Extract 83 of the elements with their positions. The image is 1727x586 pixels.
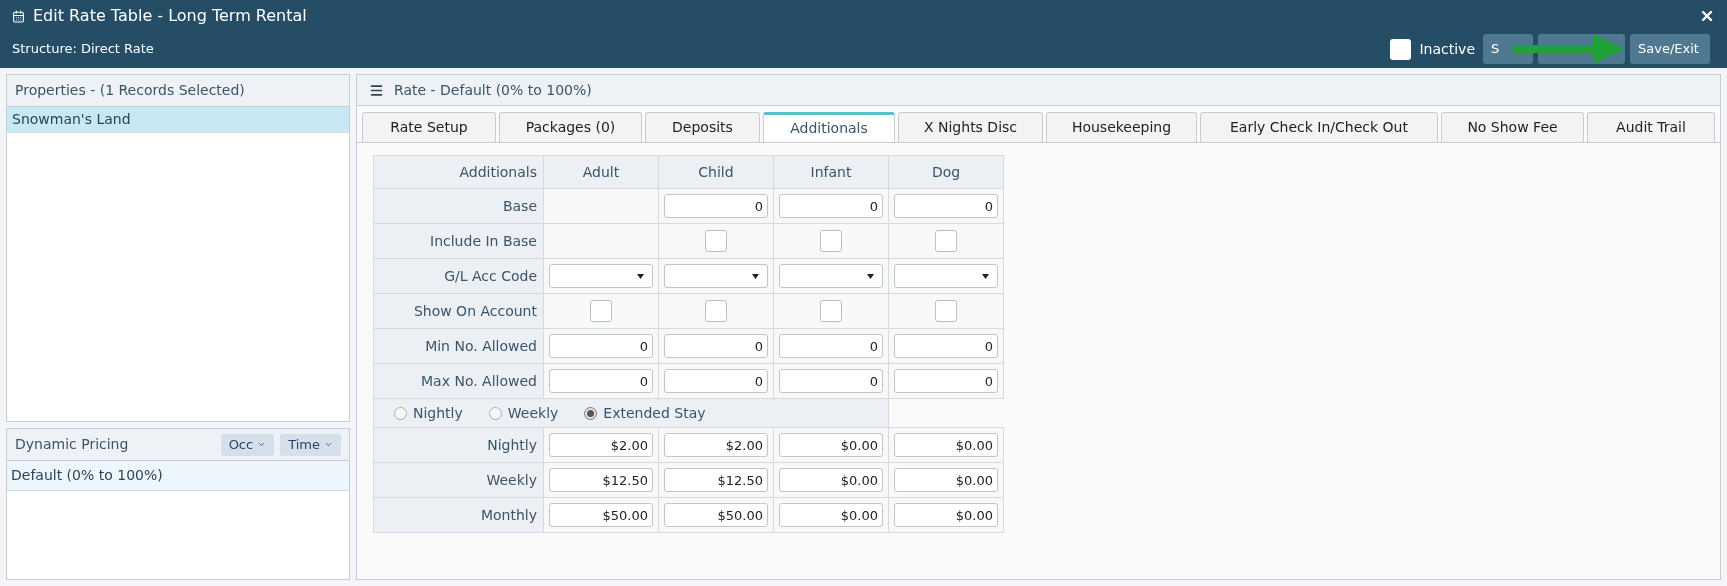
number-field[interactable]: $0.00	[894, 433, 998, 457]
radio-label: Weekly	[507, 403, 559, 423]
number-field[interactable]: 0	[664, 194, 768, 218]
row-label: Include In Base	[430, 233, 537, 249]
number-field[interactable]: $0.00	[894, 468, 998, 492]
dropdown-arrow-icon	[867, 273, 874, 279]
row-label: Min No. Allowed	[425, 338, 537, 354]
tab[interactable]: Early Check In/Check Out	[1200, 112, 1438, 142]
row-header: Additionals	[459, 164, 537, 180]
checkbox[interactable]	[935, 230, 957, 252]
row-label: Base	[502, 198, 537, 214]
panel-title: Dynamic Pricing	[15, 435, 130, 454]
property-item[interactable]: Snowman's Land	[7, 107, 349, 133]
number-field[interactable]: $50.00	[664, 503, 768, 527]
inactive-label: Inactive	[1419, 39, 1475, 59]
number-field[interactable]: $2.00	[664, 433, 768, 457]
filter-button[interactable]: Time	[280, 433, 341, 456]
radio-button[interactable]	[394, 406, 407, 420]
checkbox[interactable]	[820, 230, 842, 252]
row-label: Nightly	[487, 437, 537, 453]
checkbox[interactable]	[705, 300, 727, 322]
checkbox[interactable]	[935, 300, 957, 322]
row-label: Show On Account	[413, 303, 537, 319]
number-field[interactable]: 0	[779, 334, 883, 358]
tab[interactable]: Audit Trail	[1587, 112, 1715, 142]
radio-label: Extended Stay	[603, 403, 706, 423]
column-header: Child	[698, 164, 734, 180]
window-title: Edit Rate Table - Long Term Rental	[33, 5, 307, 27]
number-field[interactable]: 0	[779, 194, 883, 218]
tab[interactable]: X Nights Disc	[898, 112, 1043, 142]
dropdown[interactable]	[894, 264, 998, 288]
dropdown[interactable]	[779, 264, 883, 288]
number-field[interactable]: 0	[894, 334, 998, 358]
number-field[interactable]: $12.50	[664, 468, 768, 492]
radio-label: Nightly	[413, 403, 463, 423]
number-field[interactable]: $12.50	[549, 468, 653, 492]
tab[interactable]: Additionals	[763, 112, 895, 142]
panel-title: Rate - Default (0% to 100%)	[394, 80, 592, 100]
tab[interactable]: Packages (0)	[499, 112, 642, 142]
number-field[interactable]: 0	[664, 334, 768, 358]
number-field[interactable]: $0.00	[779, 433, 883, 457]
calendar-icon	[12, 9, 25, 23]
number-field[interactable]: 0	[664, 369, 768, 393]
row-label: G/L Acc Code	[444, 268, 537, 284]
chevron-icon	[324, 440, 333, 449]
number-field[interactable]: 0	[549, 369, 653, 393]
close-icon[interactable]	[1699, 8, 1715, 24]
radio-button[interactable]	[584, 406, 598, 420]
panel-title: Properties - (1 Records Selected)	[15, 81, 245, 100]
number-field[interactable]: $50.00	[549, 503, 653, 527]
number-field[interactable]: $2.00	[549, 433, 653, 457]
column-header: Infant	[810, 164, 852, 180]
tab[interactable]: Rate Setup	[362, 112, 496, 142]
column-header: Adult	[582, 164, 620, 180]
number-field[interactable]: $0.00	[779, 503, 883, 527]
number-field[interactable]: 0	[894, 369, 998, 393]
filter-button[interactable]: Occ	[220, 433, 275, 456]
pricing-item[interactable]: Default (0% to 100%)	[7, 461, 349, 491]
number-field[interactable]: 0	[894, 194, 998, 218]
row-label: Weekly	[486, 472, 537, 488]
tab[interactable]: Housekeeping	[1046, 112, 1197, 142]
checkbox[interactable]	[820, 300, 842, 322]
menu-icon[interactable]	[369, 82, 384, 98]
row-label: Monthly	[480, 507, 537, 523]
number-field[interactable]: $0.00	[894, 503, 998, 527]
radio-button[interactable]	[488, 406, 502, 420]
row-label: Max No. Allowed	[421, 373, 537, 389]
chevron-icon	[257, 440, 267, 449]
tab[interactable]: Deposits	[645, 112, 760, 142]
checkbox[interactable]	[590, 300, 612, 322]
dropdown-arrow-icon	[752, 273, 759, 279]
column-header: Dog	[931, 164, 961, 180]
dropdown-arrow-icon	[637, 273, 644, 279]
number-field[interactable]: $0.00	[779, 468, 883, 492]
number-field[interactable]: 0	[779, 369, 883, 393]
dropdown[interactable]	[664, 264, 768, 288]
structure-label: Structure: Direct Rate	[12, 40, 154, 59]
toolbar-button[interactable]: Save/Exit	[1630, 34, 1710, 64]
checkbox[interactable]	[705, 230, 727, 252]
tab[interactable]: No Show Fee	[1441, 112, 1584, 142]
dropdown[interactable]	[549, 264, 653, 288]
dropdown-arrow-icon	[982, 273, 989, 279]
number-field[interactable]: 0	[549, 334, 653, 358]
